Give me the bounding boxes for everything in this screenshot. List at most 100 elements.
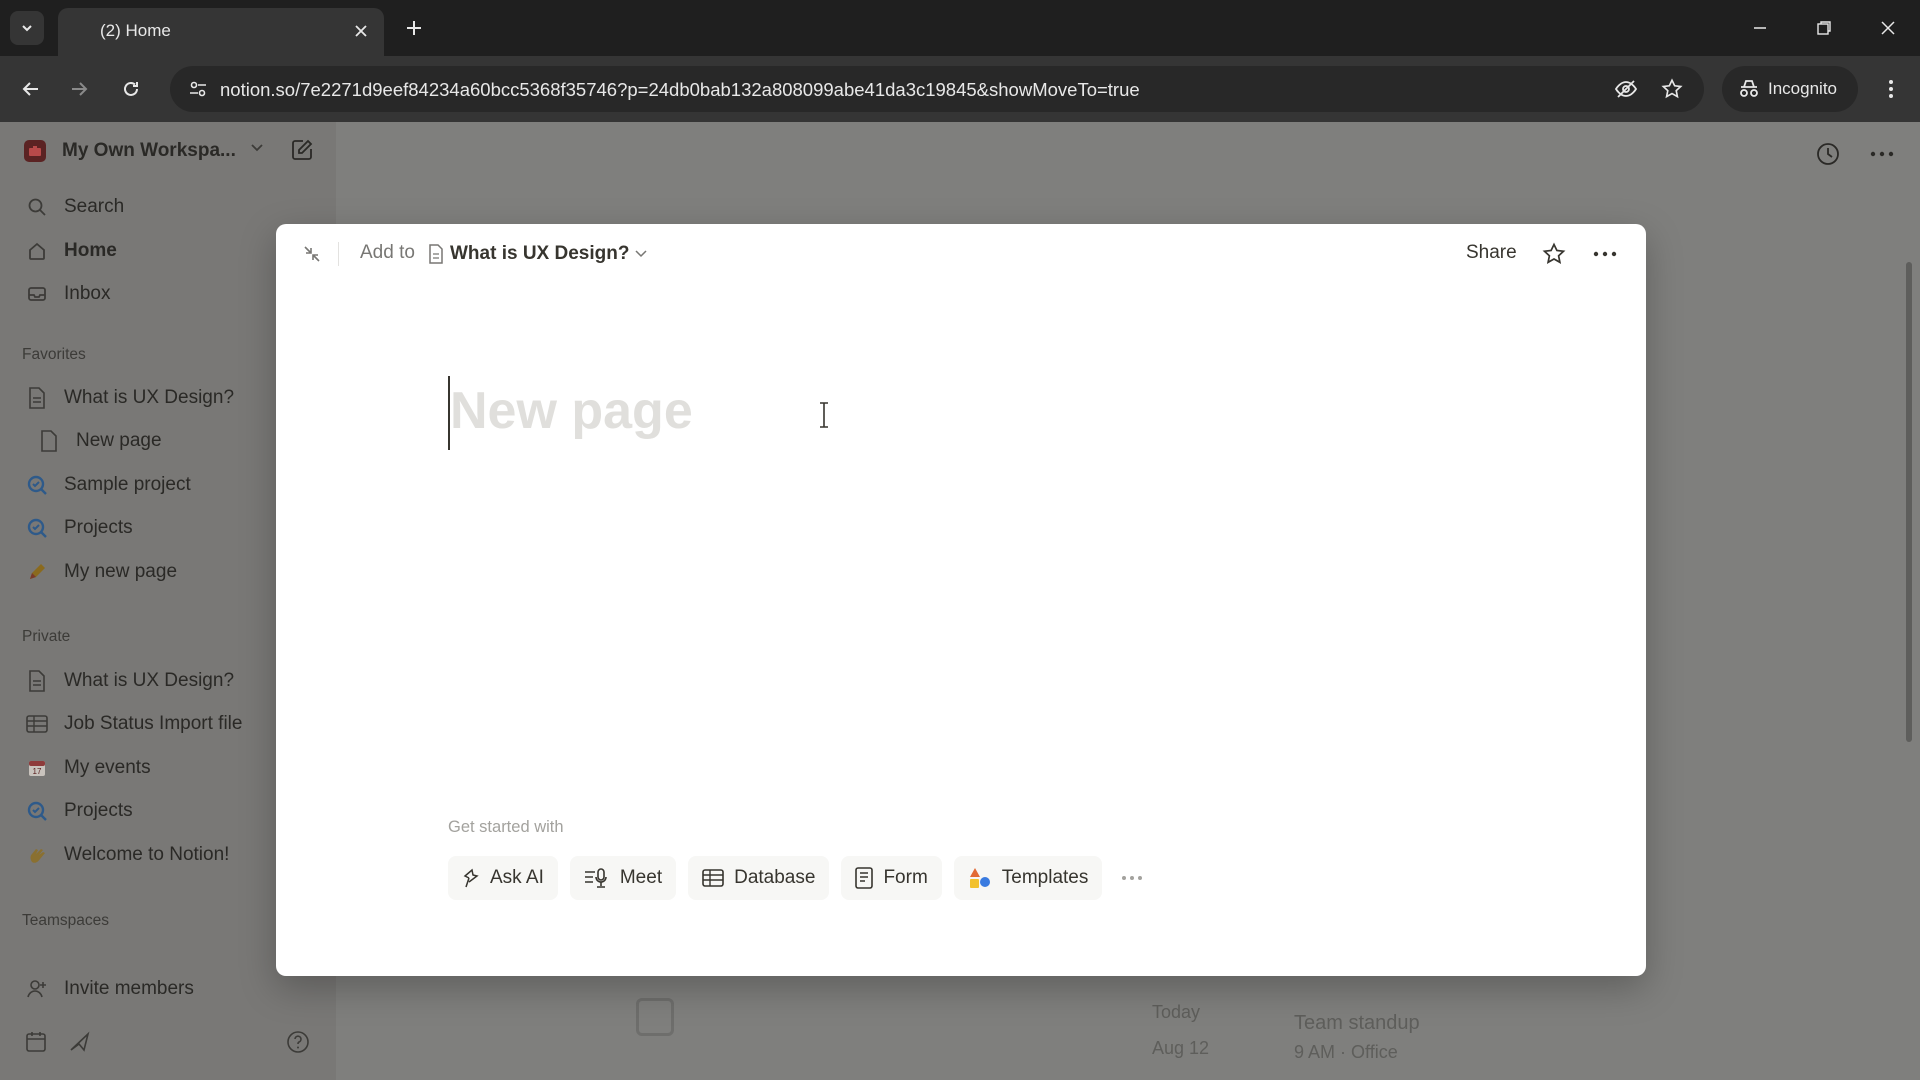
tab-close-button[interactable] [350, 20, 372, 42]
text-caret [448, 376, 450, 450]
sidebar-item-new-page[interactable]: New page [36, 424, 162, 458]
get-started-label: Get started with [448, 818, 564, 836]
star-icon [1542, 242, 1566, 264]
tab-search-button[interactable] [10, 11, 44, 45]
sidebar-item-label: Sample project [64, 474, 191, 495]
sidebar-item-label: New page [76, 430, 162, 451]
browser-tab-active[interactable]: (2) Home [58, 8, 384, 56]
mail-app-icon[interactable] [68, 1030, 94, 1056]
restore-button[interactable] [1802, 10, 1846, 46]
reload-icon [124, 81, 138, 96]
more-horizontal-icon [1122, 876, 1143, 880]
workspace-switcher[interactable]: My Own Workspa... [24, 134, 236, 168]
sidebar-item-label: Projects [64, 800, 133, 821]
database-button[interactable]: Database [688, 856, 830, 900]
meet-icon [584, 868, 607, 888]
sidebar-item-my-events[interactable]: 17 My events [24, 751, 151, 785]
new-page-modal: Add to What is UX Design? Share Get star… [276, 224, 1646, 976]
close-icon [1881, 21, 1895, 35]
parent-page-selector[interactable]: What is UX Design? [428, 238, 647, 270]
sidebar-item-label: My new page [64, 561, 178, 582]
sidebar-item-home[interactable]: Home [24, 234, 117, 268]
restore-icon [1817, 21, 1831, 35]
scrollbar[interactable] [1906, 262, 1912, 742]
meet-button[interactable]: Meet [569, 856, 677, 900]
sidebar-item-search[interactable]: Search [24, 190, 124, 224]
agenda-date: Aug 12 [1152, 1038, 1210, 1058]
reload-button[interactable] [114, 72, 148, 106]
ai-icon [463, 868, 479, 888]
more-horizontal-icon [1593, 251, 1617, 257]
sidebar-item-inbox[interactable]: Inbox [24, 277, 110, 311]
browser-menu-button[interactable] [1874, 72, 1908, 106]
kebab-menu-icon [1889, 80, 1893, 98]
site-info-button[interactable] [182, 73, 214, 105]
sidebar-item-what-is-ux-design[interactable]: What is UX Design? [24, 381, 234, 415]
bookmark-button[interactable] [1658, 75, 1686, 103]
forward-button[interactable] [62, 72, 96, 106]
help-icon [287, 1031, 309, 1053]
templates-icon [969, 868, 990, 888]
sidebar-item-label: Invite members [64, 978, 194, 999]
agenda-day: Today [1152, 1002, 1201, 1022]
sidebar-item-label: Welcome to Notion! [64, 844, 230, 865]
new-page-button[interactable] [290, 138, 314, 167]
sidebar-item-welcome-to-notion[interactable]: Welcome to Notion! [24, 838, 229, 872]
pencil-emoji-icon [24, 559, 50, 585]
sidebar-item-sample-project[interactable]: Sample project [24, 468, 191, 502]
favorites-section-title: Favorites [22, 346, 86, 363]
sidebar-item-my-new-page[interactable]: My new page [24, 555, 177, 589]
favorite-button[interactable] [1538, 238, 1570, 270]
chip-label: Meet [619, 867, 663, 888]
ask-ai-button[interactable]: Ask AI [448, 856, 558, 900]
chevron-down-icon [22, 25, 32, 32]
address-bar[interactable]: notion.so/7e2271d9eef84234a60bcc5368f357… [170, 66, 1704, 112]
page-options-button[interactable] [1866, 138, 1898, 170]
page-title-input[interactable] [448, 374, 1448, 448]
share-button[interactable]: Share [1466, 242, 1517, 264]
sidebar-item-job-status-import-file[interactable]: Job Status Import file [24, 707, 242, 741]
updates-button[interactable] [1812, 138, 1844, 170]
sidebar-item-projects[interactable]: Projects [24, 511, 133, 545]
arrow-left-icon [22, 82, 38, 96]
sidebar-item-label: Inbox [64, 283, 111, 304]
calendar-app-icon[interactable] [24, 1030, 50, 1056]
database-icon [702, 869, 724, 887]
sidebar-item-label: Home [64, 240, 117, 261]
form-button[interactable]: Form [841, 856, 942, 900]
tracking-protection-button[interactable] [1612, 75, 1640, 103]
back-button[interactable] [14, 72, 48, 106]
star-icon [1661, 78, 1683, 99]
sidebar-item-what-is-ux-design-private[interactable]: What is UX Design? [24, 664, 234, 698]
add-to-label: Add to [360, 242, 415, 263]
teamspaces-section-title: Teamspaces [22, 912, 110, 929]
svg-text:17: 17 [33, 767, 42, 776]
invite-members-button[interactable]: Invite members [24, 972, 194, 1006]
page-icon [429, 244, 443, 264]
page-icon [24, 385, 50, 411]
sidebar-item-label: Search [64, 196, 125, 217]
arrow-right-icon [72, 82, 88, 96]
new-tab-button[interactable] [398, 12, 430, 44]
modal-more-button[interactable] [1588, 238, 1622, 270]
table-icon [24, 711, 50, 737]
help-button[interactable] [286, 1030, 312, 1056]
collapse-modal-button[interactable] [296, 238, 328, 270]
agenda-event-title: Team standup [1294, 1012, 1420, 1034]
page-icon [36, 428, 62, 454]
agenda-event-detail: 9 AM · Office [1294, 1042, 1398, 1062]
incognito-badge[interactable]: Incognito [1722, 66, 1858, 112]
url-text: notion.so/7e2271d9eef84234a60bcc5368f357… [220, 79, 1140, 100]
project-icon [24, 515, 50, 541]
templates-button[interactable]: Templates [953, 856, 1103, 900]
sidebar-item-projects-private[interactable]: Projects [24, 794, 133, 828]
tune-icon [190, 81, 206, 97]
chevron-down-icon[interactable] [250, 140, 264, 158]
minimize-button[interactable] [1738, 10, 1782, 46]
more-options-button[interactable] [1114, 856, 1150, 900]
chip-label: Ask AI [490, 867, 544, 888]
minimize-icon [1754, 27, 1766, 29]
close-window-button[interactable] [1866, 10, 1910, 46]
compose-icon [292, 139, 313, 160]
private-section-title: Private [22, 628, 71, 645]
